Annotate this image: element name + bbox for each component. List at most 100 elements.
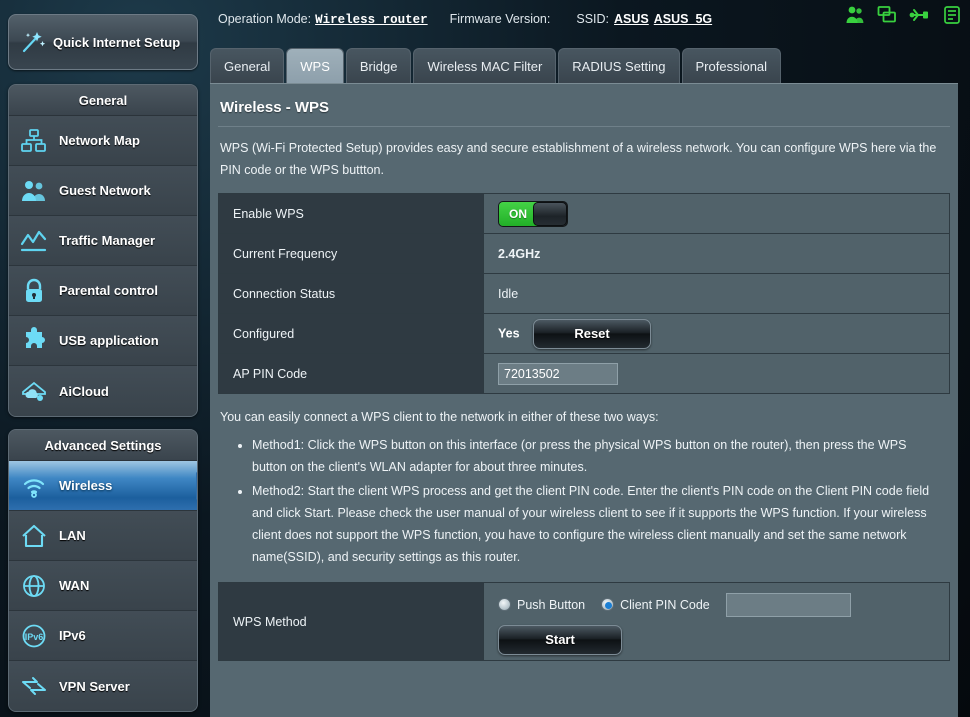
sidebar-item-traffic-manager[interactable]: Traffic Manager (9, 216, 197, 266)
ap-pin-code-input[interactable] (498, 362, 618, 385)
wps-settings-table: Enable WPS ON Current Frequency 2.4GHz C… (218, 193, 950, 394)
wps-method-value-cell: Push Button Client PIN Code Start (483, 582, 950, 661)
top-status-bar: Operation Mode: Wireless router Firmware … (210, 0, 970, 38)
connection-status-value: Idle (483, 273, 950, 314)
client-pin-code-radio[interactable] (601, 598, 615, 611)
sidebar-item-label: Wireless (59, 478, 113, 493)
sidebar-item-aicloud[interactable]: AiCloud (9, 366, 197, 416)
operation-mode: Operation Mode: Wireless router (218, 12, 428, 27)
configured-value-cell: Yes Reset (483, 313, 950, 354)
firmware-version: Firmware Version: (450, 12, 555, 27)
sidebar-item-network-map[interactable]: Network Map (9, 116, 197, 166)
wps-method-options: Push Button Client PIN Code (498, 589, 948, 617)
sidebar-item-label: Guest Network (59, 183, 151, 198)
status-icon-group (844, 4, 962, 26)
current-frequency-label: Current Frequency (218, 233, 484, 274)
methods-intro-text: You can easily connect a WPS client to t… (220, 410, 659, 424)
traffic-manager-icon (19, 226, 49, 256)
content-panel: Wireless - WPS WPS (Wi-Fi Protected Setu… (210, 83, 958, 717)
list-item: Method1: Click the WPS button on this in… (252, 434, 958, 478)
screen-icon[interactable] (876, 4, 898, 26)
sidebar-item-ipv6[interactable]: IPv6 IPv6 (9, 611, 197, 661)
tab-wireless-mac-filter[interactable]: Wireless MAC Filter (413, 48, 557, 84)
reset-button[interactable]: Reset (533, 318, 652, 349)
globe-icon (19, 571, 49, 601)
home-icon (19, 521, 49, 551)
push-button-label: Push Button (517, 597, 586, 612)
sidebar-item-usb-application[interactable]: USB application (9, 316, 197, 366)
quick-internet-setup-label: Quick Internet Setup (53, 34, 181, 50)
page-title: Wireless - WPS (220, 99, 330, 116)
table-row-wps-method: WPS Method Push Button Client PIN Code S… (218, 582, 950, 661)
sidebar-general-header: General (9, 85, 197, 116)
sidebar-item-label: Parental control (59, 283, 158, 298)
enable-wps-label: Enable WPS (218, 193, 484, 234)
connection-status-label: Connection Status (218, 273, 484, 314)
svg-text:IPv6: IPv6 (25, 632, 44, 642)
magic-wand-icon (17, 27, 47, 57)
ssid-2g-value[interactable]: ASUS (614, 12, 649, 26)
table-row-connection-status: Connection Status Idle (218, 273, 950, 314)
toggle-on-label: ON (499, 201, 537, 226)
wps-method-table: WPS Method Push Button Client PIN Code S… (218, 582, 950, 661)
operation-mode-value[interactable]: Wireless router (315, 13, 428, 27)
firmware-version-label: Firmware Version: (449, 11, 551, 26)
sidebar-advanced-header: Advanced Settings (9, 430, 197, 461)
configured-value: Yes (498, 325, 520, 340)
sidebar-group-advanced: Advanced Settings Wireless LAN WAN IPv6 … (8, 429, 198, 712)
sidebar-item-label: USB application (59, 333, 159, 348)
toggle-knob (533, 201, 567, 226)
client-pin-code-input[interactable] (725, 592, 851, 617)
guest-network-icon (19, 176, 49, 206)
sidebar-item-parental-control[interactable]: Parental control (9, 266, 197, 316)
ssid-5g-value[interactable]: ASUS_5G (654, 12, 712, 26)
current-frequency-value: 2.4GHz (483, 233, 950, 274)
sidebar-item-label: AiCloud (59, 383, 109, 399)
enable-wps-value-cell: ON (483, 193, 950, 234)
wifi-icon (19, 471, 49, 501)
usb-icon[interactable] (908, 4, 932, 26)
configured-label: Configured (218, 313, 484, 354)
sidebar-item-label: WAN (59, 578, 90, 593)
ipv6-icon: IPv6 (19, 621, 49, 651)
sidebar-group-general: General Network Map Guest Network Traffi… (8, 84, 198, 417)
sidebar-item-label: Traffic Manager (59, 233, 156, 248)
push-button-radio[interactable] (498, 598, 511, 611)
network-map-icon (19, 126, 49, 156)
ap-pin-code-label: AP PIN Code (218, 353, 484, 394)
operation-mode-label: Operation Mode: (218, 11, 312, 26)
sidebar: Quick Internet Setup General Network Map (0, 0, 200, 717)
tab-radius-setting[interactable]: RADIUS Setting (558, 48, 680, 84)
cloud-icon (19, 376, 49, 406)
sidebar-item-label: LAN (59, 528, 86, 543)
vpn-icon (19, 671, 49, 701)
table-row-configured: Configured Yes Reset (218, 313, 950, 354)
router-admin-page: Quick Internet Setup General Network Map (0, 0, 970, 717)
tab-general[interactable]: General (210, 48, 285, 84)
list-item: Method2: Start the client WPS process an… (252, 480, 958, 568)
sidebar-item-guest-network[interactable]: Guest Network (9, 166, 197, 216)
tab-bridge[interactable]: Bridge (345, 48, 412, 84)
sidebar-item-label: IPv6 (59, 628, 86, 643)
enable-wps-toggle[interactable]: ON (498, 200, 568, 227)
printer-icon[interactable] (942, 4, 962, 26)
sidebar-item-vpn-server[interactable]: VPN Server (9, 661, 197, 711)
start-button[interactable]: Start (498, 624, 622, 655)
ssid-label: SSID: (576, 12, 610, 26)
table-row-enable-wps: Enable WPS ON (218, 193, 950, 234)
table-row-current-frequency: Current Frequency 2.4GHz (218, 233, 950, 274)
client-pin-code-label: Client PIN Code (620, 597, 710, 612)
tab-professional[interactable]: Professional (681, 48, 782, 84)
tab-wps[interactable]: WPS (286, 48, 344, 84)
methods-list: Method1: Click the WPS button on this in… (210, 434, 958, 568)
sidebar-item-wireless[interactable]: Wireless (9, 461, 197, 511)
clients-icon[interactable] (844, 4, 866, 26)
sidebar-item-label: VPN Server (59, 678, 130, 694)
sidebar-item-lan[interactable]: LAN (9, 511, 197, 561)
ap-pin-code-value-cell (483, 353, 950, 394)
sidebar-item-wan[interactable]: WAN (9, 561, 197, 611)
quick-internet-setup-button[interactable]: Quick Internet Setup (8, 14, 198, 70)
table-row-ap-pin-code: AP PIN Code (218, 353, 950, 394)
page-intro-text: WPS (Wi-Fi Protected Setup) provides eas… (220, 141, 937, 177)
wps-method-label: WPS Method (218, 582, 484, 661)
